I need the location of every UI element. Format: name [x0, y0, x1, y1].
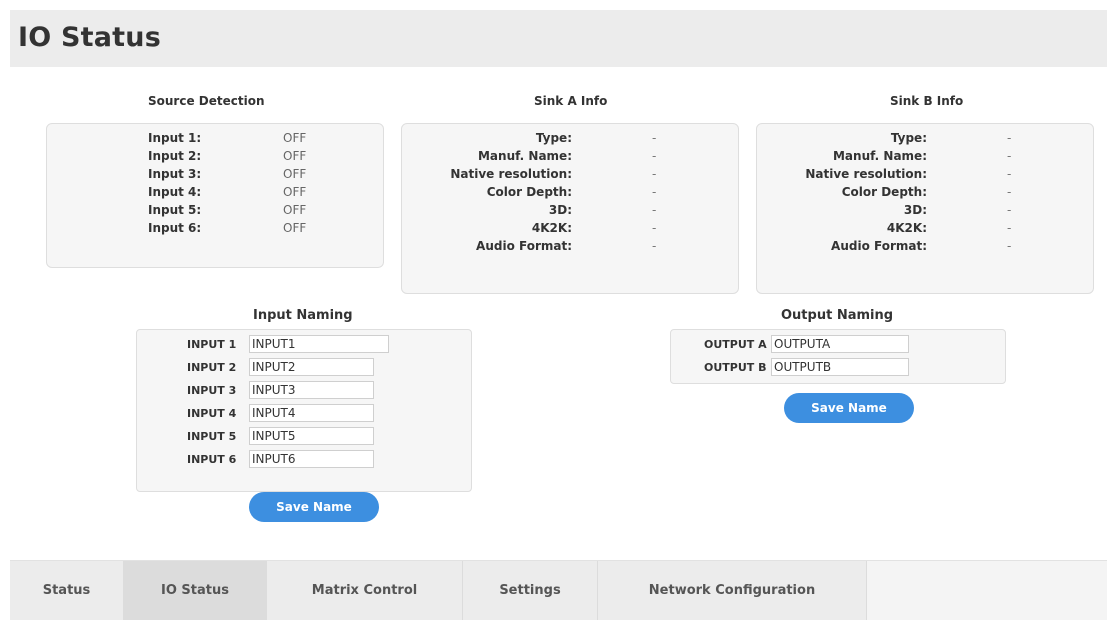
source-input-status: OFF	[283, 221, 307, 235]
sink-b-field-label: Type:	[890, 131, 927, 145]
source-input-label: Input 6:	[148, 221, 202, 235]
sink-a-field-label: 3D:	[548, 203, 572, 217]
source-input-label: Input 3:	[148, 167, 202, 181]
sink-a-field-value: -	[652, 131, 657, 145]
sink-b-field-value: -	[1007, 239, 1012, 253]
input-name-field[interactable]	[249, 358, 374, 376]
source-input-status: OFF	[283, 149, 307, 163]
input-naming-title: Input Naming	[253, 308, 353, 323]
sink-a-field-label: Native resolution:	[450, 167, 572, 181]
input-name-field[interactable]	[249, 450, 374, 468]
tab-settings[interactable]: Settings	[463, 561, 598, 620]
sink-b-field-value: -	[1007, 221, 1012, 235]
tab-bar: Status IO Status Matrix Control Settings…	[10, 560, 1107, 620]
input-name-label: INPUT 1	[187, 338, 237, 351]
input-name-label: INPUT 5	[187, 430, 237, 443]
output-naming-title: Output Naming	[781, 308, 894, 323]
tab-matrix-control[interactable]: Matrix Control	[267, 561, 463, 620]
sink-b-field-value: -	[1007, 185, 1012, 199]
input-name-label: INPUT 4	[187, 407, 237, 420]
sink-b-field-value: -	[1007, 167, 1012, 181]
sink-b-field-value: -	[1007, 203, 1012, 217]
input-name-label: INPUT 3	[187, 384, 237, 397]
sink-b-field-label: Native resolution:	[805, 167, 927, 181]
sink-b-field-label: Manuf. Name:	[832, 149, 927, 163]
sink-a-field-label: Manuf. Name:	[477, 149, 572, 163]
output-name-field[interactable]	[771, 358, 909, 376]
source-input-status: OFF	[283, 167, 307, 181]
sink-a-field-value: -	[652, 185, 657, 199]
sink-b-field-label: Audio Format:	[831, 239, 927, 253]
save-output-names-button[interactable]: Save Name	[784, 393, 914, 423]
sink-a-field-label: Audio Format:	[476, 239, 572, 253]
sink-a-field-label: 4K2K:	[531, 221, 572, 235]
input-name-field[interactable]	[249, 427, 374, 445]
input-name-label: INPUT 6	[187, 453, 237, 466]
output-naming-box: OUTPUT A OUTPUT B	[670, 329, 1006, 384]
input-naming-box: INPUT 1 INPUT 2 INPUT 3 INPUT 4 INPUT 5 …	[136, 329, 472, 492]
input-name-field[interactable]	[249, 381, 374, 399]
sink-a-field-label: Type:	[535, 131, 572, 145]
input-name-field[interactable]	[249, 404, 374, 422]
source-input-status: OFF	[283, 203, 307, 217]
input-name-field[interactable]	[249, 335, 389, 353]
tab-status[interactable]: Status	[10, 561, 124, 620]
tab-network-configuration[interactable]: Network Configuration	[598, 561, 867, 620]
sink-b-field-value: -	[1007, 131, 1012, 145]
sink-b-box: Type: - Manuf. Name: - Native resolution…	[756, 123, 1094, 294]
title-bar: IO Status	[10, 10, 1107, 67]
sink-b-field-value: -	[1007, 149, 1012, 163]
source-input-status: OFF	[283, 131, 307, 145]
sink-a-field-value: -	[652, 149, 657, 163]
sink-a-field-value: -	[652, 239, 657, 253]
input-name-label: INPUT 2	[187, 361, 237, 374]
sink-b-field-label: Color Depth:	[841, 185, 927, 199]
save-input-names-button[interactable]: Save Name	[249, 492, 379, 522]
source-input-label: Input 5:	[148, 203, 202, 217]
sink-b-field-label: 4K2K:	[886, 221, 927, 235]
source-input-label: Input 2:	[148, 149, 202, 163]
sink-a-field-value: -	[652, 203, 657, 217]
output-name-label: OUTPUT B	[704, 361, 767, 374]
sink-a-field-label: Color Depth:	[486, 185, 572, 199]
sink-a-field-value: -	[652, 167, 657, 181]
sink-b-field-label: 3D:	[903, 203, 927, 217]
sink-a-field-value: -	[652, 221, 657, 235]
source-input-label: Input 4:	[148, 185, 202, 199]
source-detection-box: Input 1: OFF Input 2: OFF Input 3: OFF I…	[46, 123, 384, 268]
sink-a-title: Sink A Info	[534, 94, 608, 108]
sink-a-box: Type: - Manuf. Name: - Native resolution…	[401, 123, 739, 294]
io-status-panel: IO Status Source Detection Input 1: OFF …	[10, 10, 1107, 620]
tab-io-status[interactable]: IO Status	[124, 561, 267, 620]
sink-b-title: Sink B Info	[890, 94, 964, 108]
output-name-label: OUTPUT A	[704, 338, 767, 351]
source-input-status: OFF	[283, 185, 307, 199]
source-input-label: Input 1:	[148, 131, 202, 145]
content-area: Source Detection Input 1: OFF Input 2: O…	[10, 67, 1107, 560]
output-name-field[interactable]	[771, 335, 909, 353]
source-detection-title: Source Detection	[148, 94, 265, 108]
page-title: IO Status	[18, 22, 161, 53]
